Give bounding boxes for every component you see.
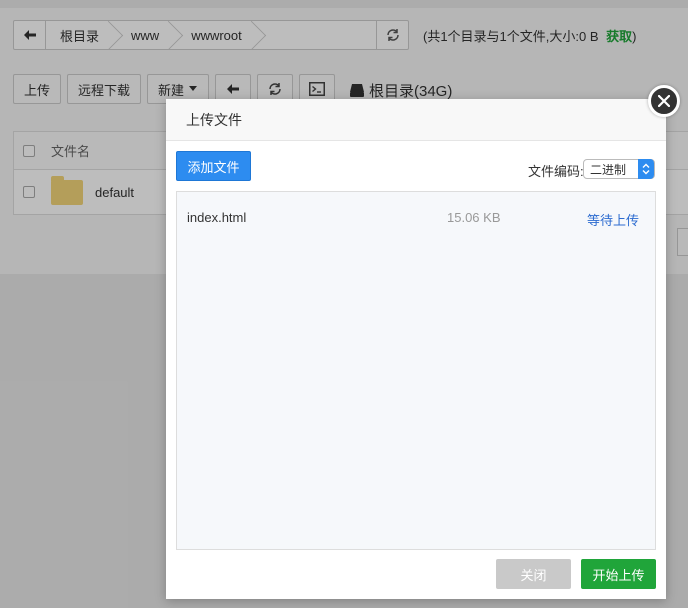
upload-file-status: 等待上传 [587, 213, 640, 228]
dialog-title: 上传文件 [186, 111, 242, 128]
encoding-value: 二进制 [590, 162, 627, 177]
upload-file-size: 15.06 KB [447, 210, 501, 225]
encoding-label: 文件编码: [528, 164, 584, 179]
select-arrows-icon [638, 159, 654, 179]
encoding-select[interactable]: 二进制 [583, 159, 655, 179]
dialog-close-icon-button[interactable] [648, 85, 680, 117]
start-upload-button[interactable]: 开始上传 [581, 559, 656, 589]
list-item: index.html 15.06 KB 等待上传 [177, 206, 655, 228]
upload-file-name: index.html [187, 210, 247, 225]
close-icon [658, 95, 670, 107]
dialog-header: 上传文件 [166, 99, 666, 141]
upload-dialog: 上传文件 添加文件 文件编码: 二进制 index.html 15.06 KB … [166, 99, 666, 599]
close-button[interactable]: 关闭 [496, 559, 571, 589]
upload-file-list: index.html 15.06 KB 等待上传 [176, 191, 656, 550]
add-file-button[interactable]: 添加文件 [176, 151, 251, 181]
